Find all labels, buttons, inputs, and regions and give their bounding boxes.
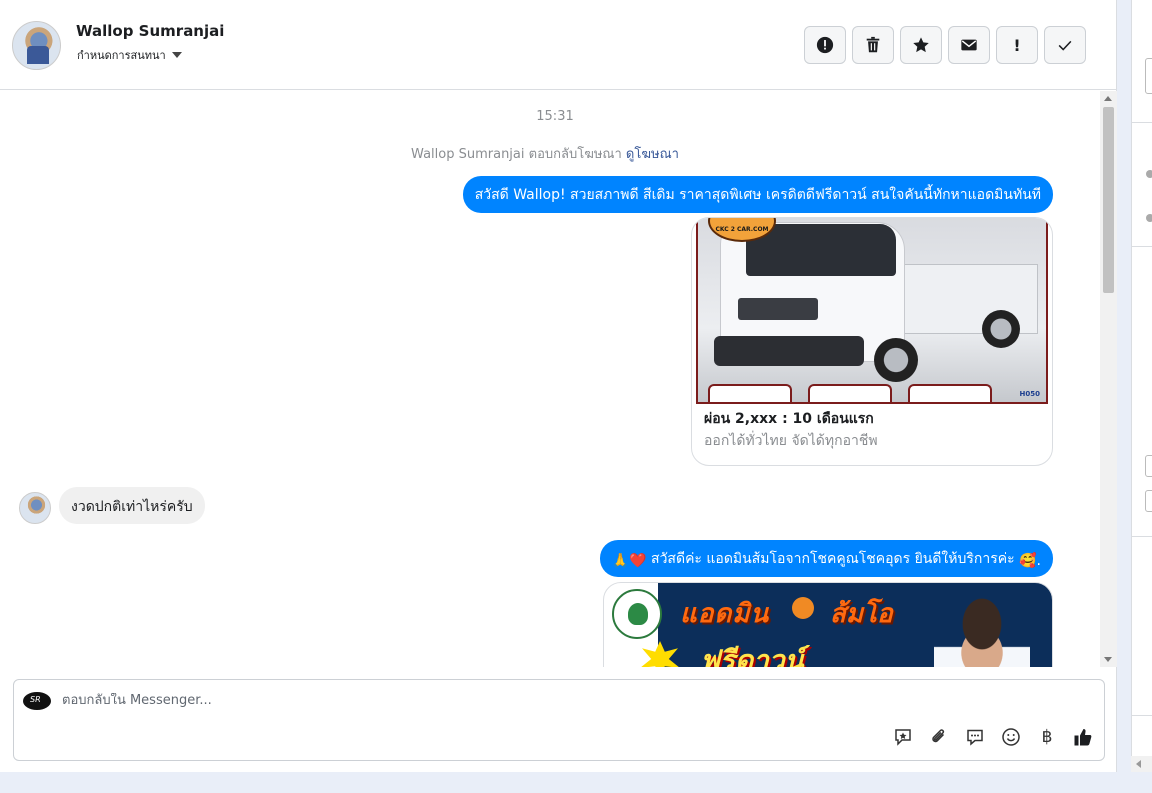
side-panel-scroll-left-icon[interactable] [1131, 756, 1152, 772]
ad-card[interactable]: CKC 2 CAR.COM H050 ผ่อน 2,xxx : 10 เดือน… [691, 217, 1053, 466]
mark-unread-button[interactable] [948, 26, 990, 64]
baht-icon: ฿ [1041, 727, 1053, 747]
scrollbar-thumb[interactable] [1103, 107, 1114, 293]
saved-reply-icon [895, 729, 911, 746]
ad-card-subtitle: ออกได้ทั่วไทย จัดได้ทุกอาชีพ [704, 433, 878, 449]
mark-done-button[interactable] [1044, 26, 1086, 64]
message-list[interactable]: 15:31 Wallop Sumranjai ตอบกลับโฆษณา ดูโฆ… [0, 91, 1100, 667]
outgoing-message-text: สวัสดีค่ะ แอดมินส้มโอจากโชคคูณโชคอุดร ยิ… [646, 551, 1020, 567]
view-ad-link[interactable]: ดูโฆษณา [626, 147, 679, 162]
star-button[interactable] [900, 26, 942, 64]
like-button[interactable] [1072, 726, 1094, 748]
scroll-up-arrow-icon[interactable] [1104, 96, 1112, 101]
divider [1132, 536, 1152, 537]
divider [1132, 715, 1152, 716]
follow-up-button[interactable]: ! [996, 26, 1038, 64]
vehicle-code: H050 [1019, 390, 1040, 398]
mark-spam-button[interactable] [804, 26, 846, 64]
company-seal-logo [612, 589, 662, 639]
exclamation-icon: ! [1013, 35, 1021, 55]
ad-card-image: CKC 2 CAR.COM H050 [696, 218, 1048, 404]
quick-replies-button[interactable] [964, 726, 986, 748]
contact-name[interactable]: Wallop Sumranjai [76, 22, 224, 40]
emoji-icon [1002, 728, 1020, 746]
conversation-panel: Wallop Sumranjai กำหนดการสนทนา ! 15:31 W… [0, 0, 1117, 772]
pray-heart-emoji: 🙏❤️ [611, 553, 647, 569]
details-checkbox[interactable] [1145, 455, 1152, 477]
truck-grill [738, 298, 818, 320]
banner-text-free-down: ฟรีดาวน์ [700, 644, 804, 667]
conversation-settings-dropdown[interactable]: กำหนดการสนทนา [77, 46, 182, 64]
admin-photo [934, 597, 1030, 667]
banner-text-admin: แอดมิน [680, 599, 770, 629]
truck-wheel [874, 338, 918, 382]
outgoing-message[interactable]: สวัสดี Wallop! สวยสภาพดี สีเดิม ราคาสุดพ… [462, 176, 1053, 213]
star-icon [913, 37, 929, 53]
payment-button[interactable]: ฿ [1036, 726, 1058, 748]
sender-avatar[interactable] [19, 492, 51, 524]
details-icon [1146, 214, 1152, 222]
banner-text-name: ส้มโอ [830, 599, 893, 629]
delete-button[interactable] [852, 26, 894, 64]
ad-reply-text: Wallop Sumranjai ตอบกลับโฆษณา [411, 147, 622, 162]
reply-composer: ฿ [13, 679, 1105, 761]
conversation-settings-label: กำหนดการสนทนา [77, 49, 166, 62]
trash-icon [866, 36, 880, 53]
contact-details-panel [1131, 0, 1152, 772]
divider [1132, 246, 1152, 247]
message-timestamp: 15:31 [536, 109, 574, 124]
header-actions: ! [804, 26, 1086, 64]
details-field[interactable] [1145, 58, 1152, 94]
page-avatar [23, 692, 51, 710]
envelope-icon [961, 39, 977, 51]
divider [1132, 122, 1152, 123]
alert-circle-icon [816, 36, 834, 54]
details-checkbox[interactable] [1145, 490, 1152, 512]
incoming-message[interactable]: งวดปกติเท่าไหร่ครับ [59, 487, 205, 524]
image-tabs [708, 384, 992, 402]
caret-down-icon [171, 52, 182, 58]
saved-reply-button[interactable] [892, 726, 914, 748]
starburst-icon [640, 641, 680, 667]
truck-bumper [714, 336, 864, 366]
contact-avatar[interactable] [12, 21, 61, 70]
thumbs-up-icon [1074, 729, 1092, 746]
dealer-logo-text: CKC 2 CAR.COM [715, 226, 769, 233]
truck-wheel [982, 310, 1020, 348]
reply-input[interactable] [62, 693, 962, 708]
admin-banner-image[interactable]: แอดมิน ส้มโอ ฟรีดาวน์ [603, 582, 1053, 667]
conversation-header: Wallop Sumranjai กำหนดการสนทนา ! [0, 0, 1117, 90]
smiling-hearts-emoji: 🥰. [1019, 553, 1041, 569]
orange-icon [792, 597, 814, 619]
ad-reply-note: Wallop Sumranjai ตอบกลับโฆษณา ดูโฆษณา [0, 143, 1090, 164]
outgoing-message[interactable]: 🙏❤️ สวัสดีค่ะ แอดมินส้มโอจากโชคคูณโชคอุด… [599, 540, 1053, 577]
composer-tools: ฿ [892, 726, 1094, 748]
message-scrollbar[interactable] [1100, 91, 1117, 667]
details-icon [1146, 170, 1152, 178]
emoji-button[interactable] [1000, 726, 1022, 748]
check-icon [1058, 40, 1072, 51]
chat-bubble-icon [967, 729, 983, 746]
attachment-icon [932, 729, 945, 743]
scroll-down-arrow-icon[interactable] [1104, 657, 1112, 662]
ad-card-title: ผ่อน 2,xxx : 10 เดือนแรก [704, 411, 874, 427]
attach-file-button[interactable] [928, 726, 950, 748]
